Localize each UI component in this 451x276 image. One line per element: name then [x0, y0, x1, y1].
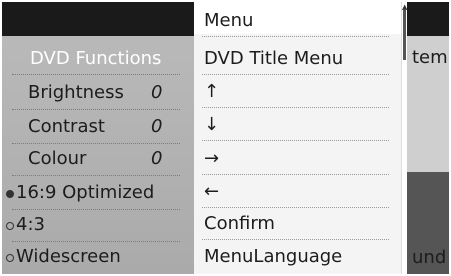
menu-item-down[interactable]: ↓ — [194, 108, 401, 140]
divider — [12, 109, 180, 110]
menu-item-dvd-title-menu[interactable]: DVD Title Menu — [194, 42, 401, 74]
format-label: 16:9 Optimized — [16, 182, 155, 203]
divider — [202, 140, 389, 141]
menu-title: Menu — [204, 10, 254, 31]
setting-value: 0 — [151, 82, 163, 103]
arrow-down-icon: ↓ — [204, 114, 220, 135]
background-label-top: tem — [412, 47, 448, 68]
menu-item-label: Confirm — [204, 213, 275, 234]
menu-item-menu-language[interactable]: MenuLanguage — [194, 240, 401, 272]
menu-scrollbar[interactable]: ▲ — [401, 2, 407, 274]
format-widescreen[interactable]: Widescreen — [2, 242, 194, 272]
setting-label: Colour — [28, 148, 87, 169]
menu-item-up[interactable]: ↑ — [194, 75, 401, 107]
menu-item-confirm[interactable]: Confirm — [194, 207, 401, 239]
scroll-thumb[interactable] — [403, 10, 406, 60]
format-label: 4:3 — [16, 214, 45, 235]
arrow-left-icon: ← — [204, 181, 220, 202]
dvd-menu-popup: Menu DVD Title Menu ↑ ↓ → ← Confirm Menu… — [194, 2, 401, 274]
format-4-3[interactable]: 4:3 — [2, 210, 194, 240]
setting-value: 0 — [151, 116, 163, 137]
menu-item-label: DVD Title Menu — [204, 48, 344, 69]
arrow-right-icon: → — [204, 148, 220, 169]
background-label-bottom: und — [412, 247, 447, 268]
setting-label: Brightness — [28, 82, 124, 103]
radio-empty-icon — [6, 222, 14, 230]
format-label: Widescreen — [16, 246, 121, 267]
colour-setting[interactable]: Colour 0 — [2, 144, 194, 174]
format-16-9-optimized[interactable]: 16:9 Optimized — [2, 178, 194, 208]
arrow-up-icon: ↑ — [204, 81, 220, 102]
panel-title: DVD Functions — [30, 48, 162, 69]
divider — [12, 175, 180, 176]
radio-empty-icon — [6, 254, 14, 262]
divider — [202, 36, 389, 37]
contrast-setting[interactable]: Contrast 0 — [2, 112, 194, 142]
menu-header: Menu — [194, 2, 401, 34]
dvd-functions-panel: DVD Functions Brightness 0 Contrast 0 Co… — [2, 36, 194, 274]
setting-value: 0 — [151, 148, 163, 169]
divider — [12, 74, 180, 75]
dvd-functions-title: DVD Functions — [2, 44, 194, 74]
menu-item-right[interactable]: → — [194, 142, 401, 174]
menu-item-label: MenuLanguage — [204, 246, 343, 267]
display-screen: tem und DVD Functions Brightness 0 Contr… — [2, 2, 449, 274]
setting-label: Contrast — [28, 116, 105, 137]
brightness-setting[interactable]: Brightness 0 — [2, 78, 194, 108]
menu-item-left[interactable]: ← — [194, 175, 401, 207]
radio-selected-icon — [6, 190, 14, 198]
